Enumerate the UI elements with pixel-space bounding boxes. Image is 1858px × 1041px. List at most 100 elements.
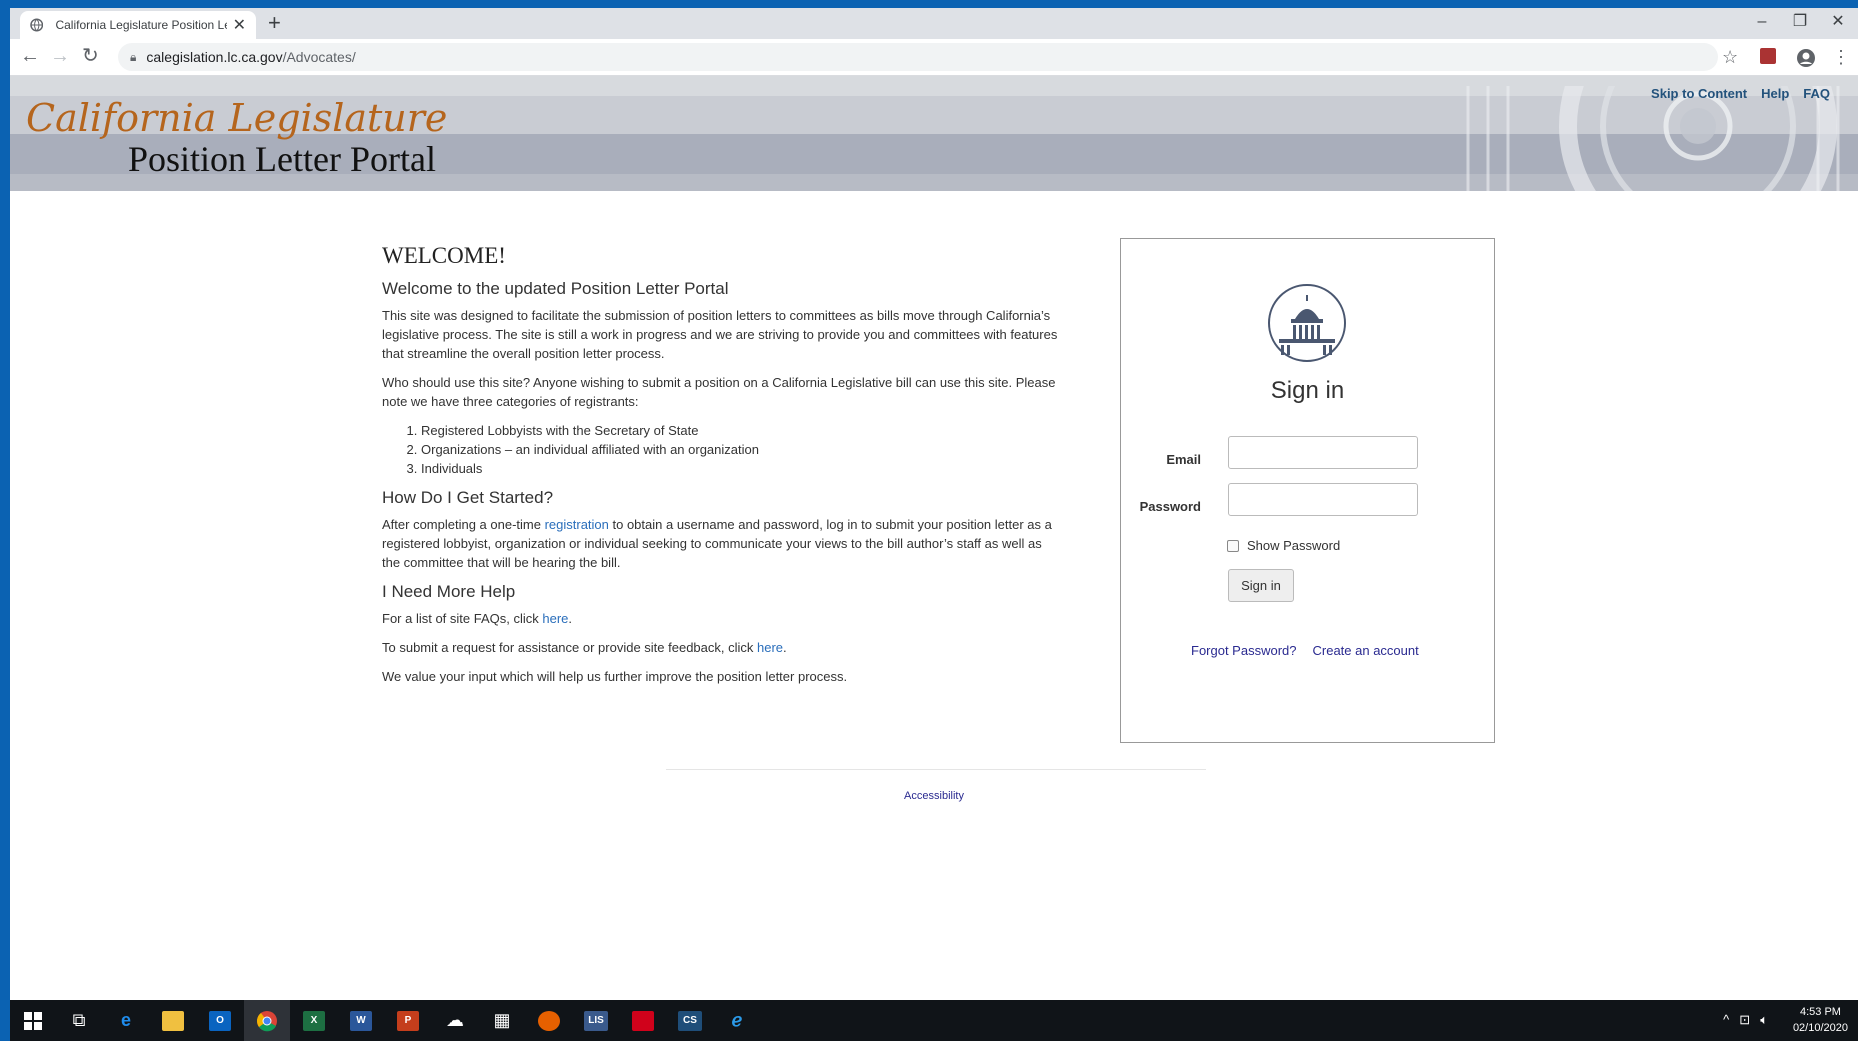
star-icon[interactable]: ☆ [1722,48,1738,66]
email-label: Email [1166,452,1201,467]
close-window-button[interactable]: ✕ [1818,10,1858,34]
clock-date: 02/10/2020 [1792,1022,1848,1034]
edge-icon[interactable]: e [103,1000,149,1041]
signin-panel: Sign in Email Password Show Password Sig… [1120,238,1495,743]
firefox-icon[interactable] [526,1000,572,1041]
powerpoint-icon[interactable]: P [385,1000,431,1041]
system-tray: ^ ⊡ 🔈︎ [1723,1012,1768,1028]
chevron-up-icon[interactable]: ^ [1723,1012,1729,1028]
more-help-heading: I Need More Help [382,582,516,601]
cs-icon[interactable]: CS [667,1000,713,1041]
get-started-paragraph: After completing a one-time registration… [382,515,1062,572]
firefox-logo-icon [538,1010,560,1031]
windows-logo-icon [24,1011,42,1030]
registration-link[interactable]: registration [545,517,609,532]
faq-text: . [568,611,573,626]
chrome-logo-icon [257,1010,277,1031]
faq-link[interactable]: FAQ [1803,86,1830,101]
url-path: /Advocates/ [282,49,356,65]
site-header: Skip to Content Help FAQ California Legi… [10,76,1858,191]
acrobat-icon[interactable] [620,1000,666,1041]
accessibility-link[interactable]: Accessibility [10,790,1858,802]
close-tab-icon[interactable]: ✕ [233,15,246,35]
email-field[interactable] [1228,436,1418,469]
lock-icon: 🔒︎ [130,49,137,64]
start-icon[interactable] [10,1000,56,1041]
tab-title: California Legislature Position Letter P… [55,18,226,32]
tab-strip: California Legislature Position Letter P… [10,8,1858,39]
url-text: calegislation.lc.ca.gov/Advocates/ [146,49,355,65]
network-icon[interactable]: ⊡ [1739,1012,1750,1028]
assist-text: To submit a request for assistance or pr… [382,640,758,655]
profile-icon[interactable] [1796,48,1816,68]
task-view-icon[interactable]: ⧉ [56,1000,102,1041]
ie-icon[interactable]: ℯ [714,1000,760,1041]
taskbar: ⧉ e O X W P ☁︎ ▦ LIS CS ℯ ^ ⊡ 🔈︎ 4:53 PM… [10,1000,1858,1041]
password-label: Password [1139,499,1201,514]
capitol-dome-illustration [1466,86,1840,191]
show-password-label: Show Password [1247,538,1341,553]
forgot-password-link[interactable]: Forgot Password? [1191,643,1297,658]
lis-icon[interactable]: LIS [573,1000,619,1041]
utility-links: Skip to Content Help FAQ [1651,86,1830,101]
password-field[interactable] [1228,483,1418,516]
intro-paragraph: This site was designed to facilitate the… [382,308,1058,361]
browser-toolbar: ← → ↻ 🔒︎ calegislation.lc.ca.gov/Advocat… [10,39,1858,76]
signin-title: Sign in [1270,377,1345,404]
lis-label: LIS [584,1010,608,1031]
outlook-icon[interactable]: O [197,1000,243,1041]
faq-text: For a list of site FAQs, click [382,611,543,626]
faq-here-link[interactable]: here [542,611,568,626]
new-tab-button[interactable]: + [268,12,281,34]
skip-to-content-link[interactable]: Skip to Content [1651,86,1747,101]
acrobat-logo-icon [632,1010,654,1031]
registrant-list: Registered Lobbyists with the Secretary … [421,421,1062,478]
assist-here-link[interactable]: here [757,640,783,655]
globe-icon [30,18,44,32]
minimize-button[interactable]: – [1742,10,1782,34]
address-bar[interactable]: 🔒︎ calegislation.lc.ca.gov/Advocates/ [118,43,1718,71]
volume-icon[interactable]: 🔈︎ [1760,1012,1768,1028]
show-password-toggle[interactable]: Show Password [1227,538,1340,553]
create-account-link[interactable]: Create an account [1313,643,1419,658]
screen: California Legislature Position Letter P… [10,8,1858,1041]
acrobat-extension-icon[interactable] [1760,48,1776,64]
assist-paragraph: To submit a request for assistance or pr… [382,638,1062,657]
welcome-subtitle: Welcome to the updated Position Letter P… [382,279,729,298]
folder-icon [162,1010,184,1031]
signin-button[interactable]: Sign in [1228,569,1294,602]
footer-divider [666,769,1206,770]
word-icon[interactable]: W [338,1000,384,1041]
back-arrow-icon[interactable]: ← [20,46,40,66]
clock-time: 4:53 PM [1799,1006,1841,1018]
taskbar-clock[interactable]: 4:53 PM 02/10/2020 [1793,1004,1848,1036]
main-content: WELCOME! Welcome to the updated Position… [382,244,1062,696]
value-paragraph: We value your input which will help us f… [382,669,848,684]
capitol-seal-icon [1268,284,1346,362]
reload-icon[interactable]: ↻ [82,46,99,66]
logo-subtitle[interactable]: Position Letter Portal [128,138,436,180]
outlook-logo-icon: O [209,1010,231,1031]
get-started-text: After completing a one-time [382,517,545,532]
logo-script[interactable]: California Legislature [26,96,447,140]
who-paragraph: Who should use this site? Anyone wishing… [382,375,1056,409]
excel-logo-icon: X [303,1010,325,1031]
list-item: Individuals [421,459,1062,478]
restore-button[interactable]: ❐ [1780,10,1820,34]
signin-links: Forgot Password? Create an account [1191,643,1419,658]
url-host: calegislation.lc.ca.gov [146,49,283,65]
calculator-icon[interactable]: ▦ [479,1000,525,1041]
list-item: Registered Lobbyists with the Secretary … [421,421,1062,440]
menu-icon[interactable]: ⋮ [1832,48,1850,66]
file-explorer-icon[interactable] [150,1000,196,1041]
list-item: Organizations – an individual affiliated… [421,440,1062,459]
help-link[interactable]: Help [1761,86,1789,101]
excel-icon[interactable]: X [291,1000,337,1041]
browser-tab[interactable]: California Legislature Position Letter P… [20,11,256,39]
forward-arrow-icon[interactable]: → [50,46,70,66]
assist-text: . [783,640,787,655]
app-icon[interactable]: ☁︎ [432,1000,478,1041]
show-password-checkbox[interactable] [1227,539,1239,552]
faq-paragraph: For a list of site FAQs, click here. [382,609,1062,628]
chrome-icon[interactable] [244,1000,290,1041]
